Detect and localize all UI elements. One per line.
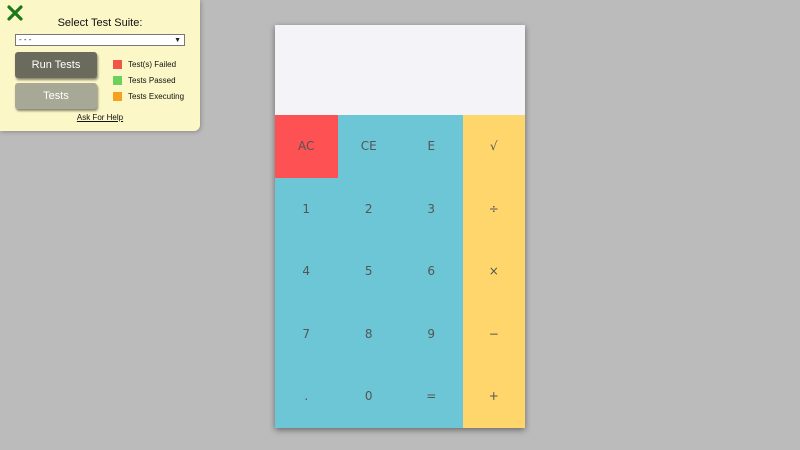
digit-4-button[interactable]: 4 <box>275 240 338 303</box>
digit-8-button[interactable]: 8 <box>337 302 400 365</box>
tests-button[interactable]: Tests <box>15 83 97 109</box>
minus-button[interactable]: − <box>462 302 525 365</box>
digit-9-button[interactable]: 9 <box>400 302 463 365</box>
digit-0-button[interactable]: 0 <box>337 365 400 428</box>
executing-swatch <box>113 91 122 101</box>
multiply-button[interactable]: × <box>462 240 525 303</box>
failed-swatch <box>113 59 122 69</box>
passed-swatch <box>113 75 122 85</box>
calculator: AC CE E √ 1 2 3 ÷ 4 5 6 × 7 8 9 − . 0 = … <box>275 25 525 428</box>
digit-3-button[interactable]: 3 <box>400 177 463 240</box>
calculator-display <box>275 25 525 115</box>
test-panel: Select Test Suite: - - - ▼ Run Tests Tes… <box>0 0 200 131</box>
test-legend: Test(s) Failed Tests Passed Tests Execut… <box>113 56 184 104</box>
sqrt-button[interactable]: √ <box>462 115 525 178</box>
decimal-point-button[interactable]: . <box>275 365 338 428</box>
legend-item-passed: Tests Passed <box>113 72 184 88</box>
digit-7-button[interactable]: 7 <box>275 302 338 365</box>
digit-5-button[interactable]: 5 <box>337 240 400 303</box>
digit-6-button[interactable]: 6 <box>400 240 463 303</box>
e-button[interactable]: E <box>400 115 463 178</box>
legend-item-executing: Tests Executing <box>113 88 184 104</box>
digit-1-button[interactable]: 1 <box>275 177 338 240</box>
legend-label-failed: Test(s) Failed <box>128 59 177 69</box>
digit-2-button[interactable]: 2 <box>337 177 400 240</box>
test-suite-select[interactable]: - - - ▼ <box>15 34 185 46</box>
plus-button[interactable]: + <box>462 365 525 428</box>
divide-button[interactable]: ÷ <box>462 177 525 240</box>
panel-title: Select Test Suite: <box>57 17 143 29</box>
legend-item-failed: Test(s) Failed <box>113 56 184 72</box>
suite-selected-value: - - - <box>19 35 32 44</box>
legend-label-executing: Tests Executing <box>128 91 185 101</box>
clear-entry-button[interactable]: CE <box>337 115 400 178</box>
ask-for-help-link[interactable]: Ask For Help <box>0 113 200 122</box>
legend-label-passed: Tests Passed <box>128 75 176 85</box>
equals-button[interactable]: = <box>400 365 463 428</box>
all-clear-button[interactable]: AC <box>275 115 338 178</box>
chevron-down-icon: ▼ <box>174 37 181 44</box>
run-tests-button[interactable]: Run Tests <box>15 52 97 78</box>
